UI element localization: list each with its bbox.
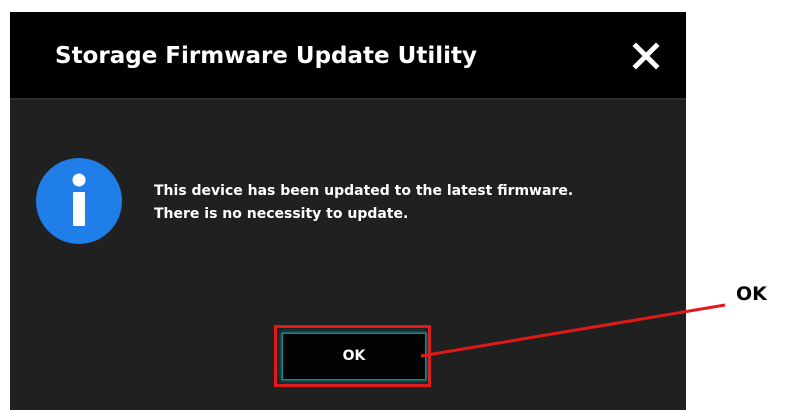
dialog-title-bar: Storage Firmware Update Utility xyxy=(10,12,686,100)
ok-button[interactable]: OK xyxy=(281,332,427,381)
close-button[interactable] xyxy=(626,36,666,76)
message-line: This device has been updated to the late… xyxy=(154,183,574,199)
dialog-title: Storage Firmware Update Utility xyxy=(55,43,477,69)
message-line: There is no necessity to update. xyxy=(154,206,409,222)
info-icon xyxy=(36,158,122,244)
firmware-update-dialog: Storage Firmware Update Utility This dev… xyxy=(10,12,686,410)
close-icon xyxy=(632,42,660,70)
dialog-message: This device has been updated to the late… xyxy=(154,180,573,226)
annotation-label: OK xyxy=(736,283,767,305)
